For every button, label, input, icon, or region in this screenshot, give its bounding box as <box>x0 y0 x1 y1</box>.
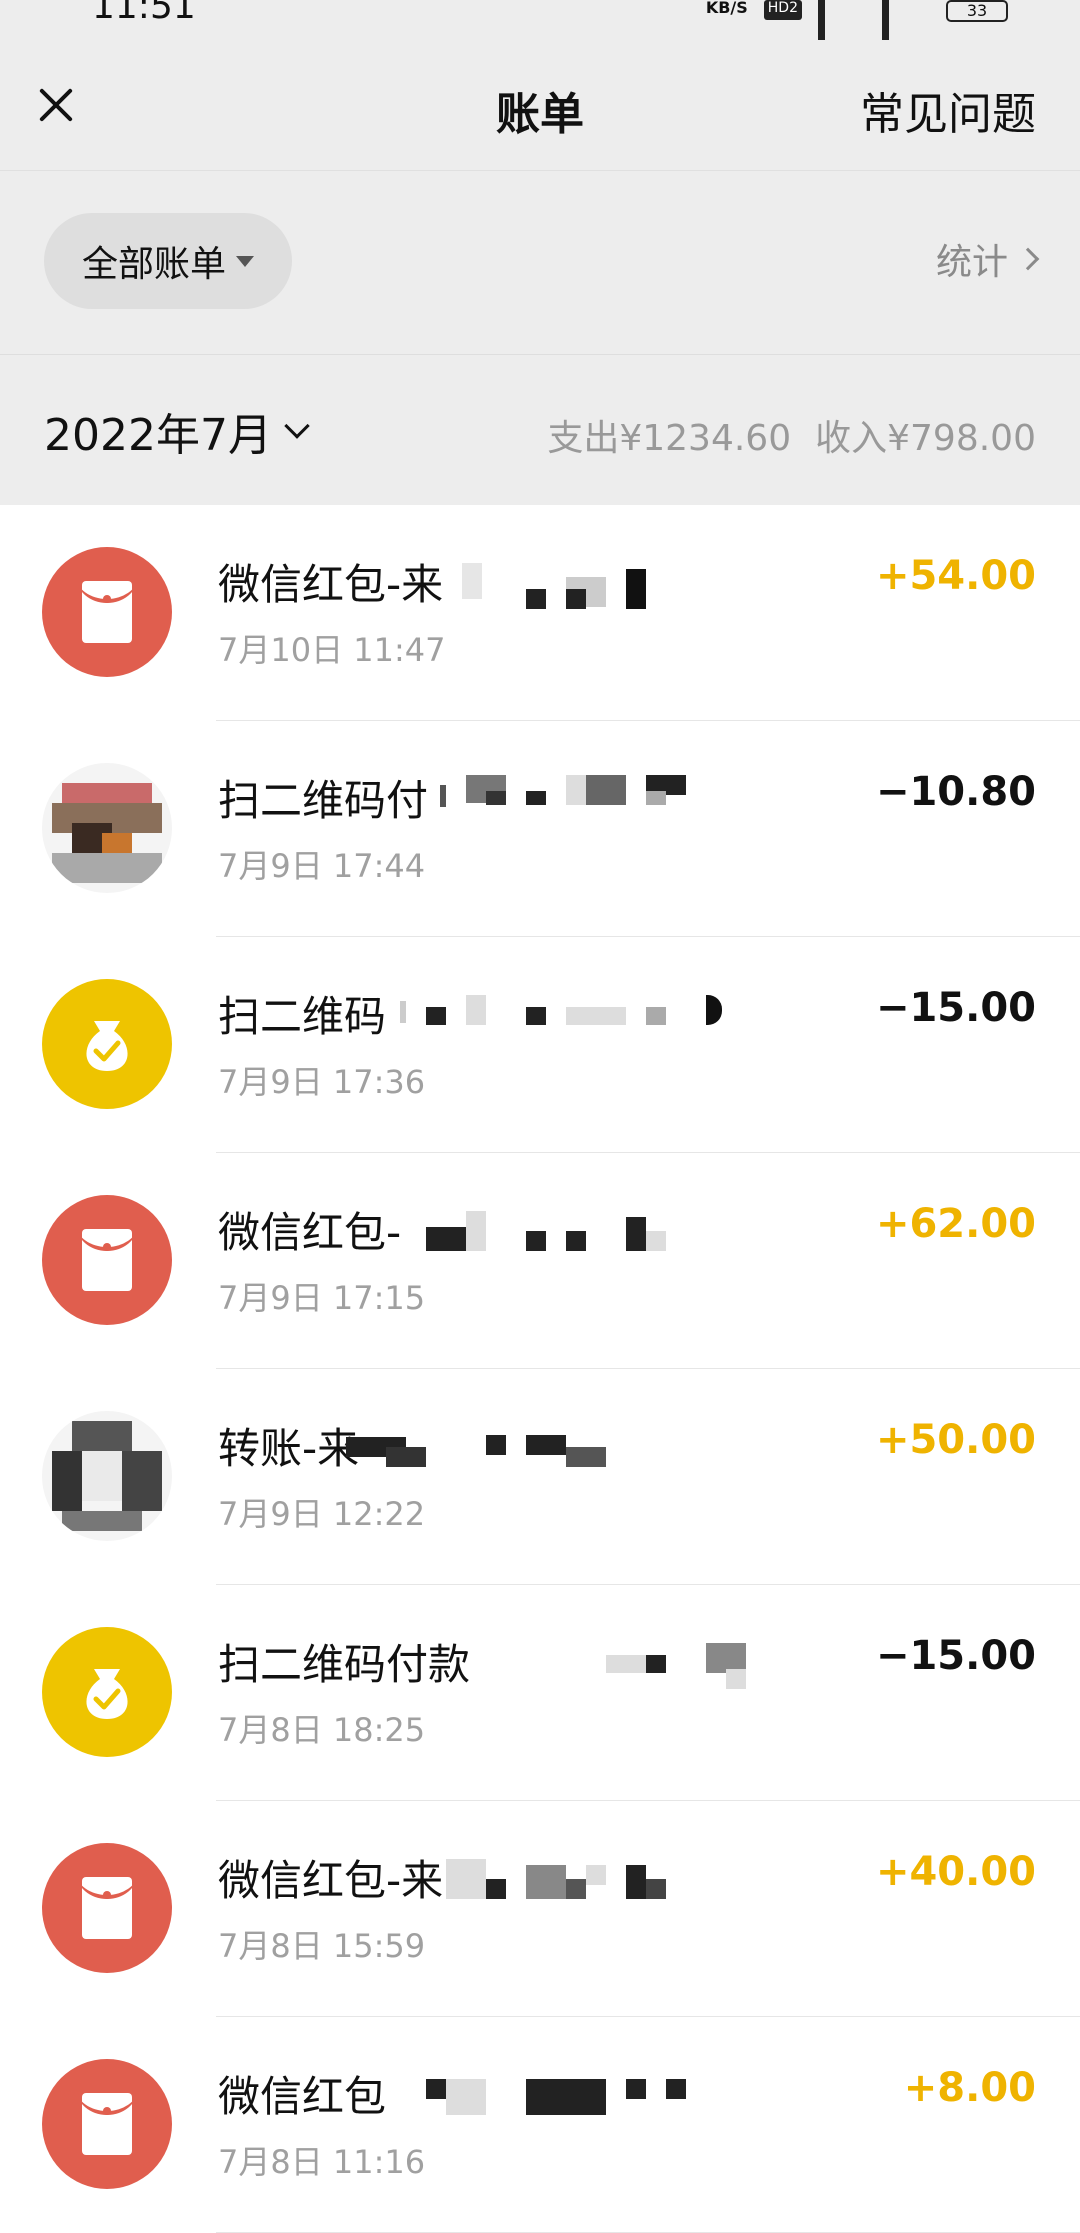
transaction-amount: −10.80 <box>875 769 1036 815</box>
transaction-date: 7月8日 18:25 <box>218 1711 426 1749</box>
status-icons: KB/S HD2 33 <box>705 0 1008 56</box>
transaction-title: 扫二维码付 <box>218 776 429 825</box>
merchant-avatar <box>42 763 172 893</box>
transaction-row[interactable]: 扫二维码 7月9日 17:36 −15.00 <box>0 937 1080 1153</box>
signal-icon <box>818 0 866 56</box>
transaction-list: 微信红包-来 7月10日 11:47 +54.00 扫二维码付 7月9日 17:… <box>0 505 1080 2233</box>
income-total: 收入¥798.00 <box>815 418 1036 459</box>
transaction-title: 微信红包-来 <box>218 560 444 609</box>
transaction-row[interactable]: 扫二维码付 7月9日 17:44 −10.80 <box>0 721 1080 937</box>
transaction-amount: +50.00 <box>875 1417 1036 1463</box>
transaction-title: 转账-来 <box>218 1424 360 1473</box>
red-envelope-icon <box>42 2059 172 2189</box>
month-bar: 2022年7月 支出¥1234.60 收入¥798.00 <box>0 355 1080 505</box>
transaction-title: 微信红包-来 <box>218 1856 444 1905</box>
transaction-date: 7月8日 11:16 <box>218 2143 426 2181</box>
transaction-row[interactable]: 微信红包-来 7月10日 11:47 +54.00 <box>0 505 1080 721</box>
transaction-date: 7月10日 11:47 <box>218 631 446 669</box>
faq-link[interactable]: 常见问题 <box>860 78 1036 142</box>
network-speed: KB/S <box>705 0 748 17</box>
red-envelope-icon <box>42 1195 172 1325</box>
expense-total: 支出¥1234.60 <box>547 418 792 459</box>
transaction-amount: +62.00 <box>875 1201 1036 1247</box>
month-selector[interactable]: 2022年7月 <box>44 399 310 463</box>
chevron-right-icon <box>1016 247 1040 271</box>
month-label: 2022年7月 <box>44 410 272 461</box>
transaction-row[interactable]: 微信红包-来 7月8日 15:59 +40.00 <box>0 1801 1080 2017</box>
month-summary: 支出¥1234.60 收入¥798.00 <box>547 409 1036 461</box>
transaction-date: 7月9日 17:36 <box>218 1063 426 1101</box>
red-envelope-icon <box>42 1843 172 1973</box>
transaction-amount: +8.00 <box>903 2065 1036 2111</box>
transaction-date: 7月9日 12:22 <box>218 1495 426 1533</box>
money-bag-graphic <box>86 1669 128 1719</box>
status-time: 11:51 <box>92 0 196 27</box>
caret-down-icon <box>236 255 254 267</box>
transaction-date: 7月8日 15:59 <box>218 1927 426 1965</box>
hd-voice-icon: HD2 <box>763 0 802 20</box>
chevron-down-icon <box>284 413 310 439</box>
stats-link[interactable]: 统计 <box>935 233 1040 285</box>
transaction-date: 7月9日 17:44 <box>218 847 426 885</box>
money-bag-icon <box>42 1627 172 1757</box>
transaction-title: 微信红包 <box>218 2072 387 2121</box>
transaction-title: 扫二维码 <box>218 992 387 1041</box>
transaction-amount: +40.00 <box>875 1849 1036 1895</box>
transaction-title: 扫二维码付款 <box>218 1640 471 1689</box>
contact-avatar <box>42 1411 172 1541</box>
status-bar: 11:51 KB/S HD2 33 <box>0 0 1080 56</box>
transaction-row[interactable]: 微信红包- 7月9日 17:15 +62.00 <box>0 1153 1080 1369</box>
red-envelope-icon <box>42 547 172 677</box>
money-bag-graphic <box>86 1021 128 1071</box>
stats-label: 统计 <box>935 242 1008 283</box>
transaction-row[interactable]: 微信红包 7月8日 11:16 +8.00 <box>0 2017 1080 2233</box>
transaction-row[interactable]: 扫二维码付款 7月8日 18:25 −15.00 <box>0 1585 1080 1801</box>
transaction-title: 微信红包- <box>218 1208 402 1257</box>
transaction-amount: −15.00 <box>875 985 1036 1031</box>
transaction-amount: +54.00 <box>875 553 1036 599</box>
transaction-date: 7月9日 17:15 <box>218 1279 426 1317</box>
nav-bar: 账单 常见问题 <box>0 40 1080 170</box>
signal-icon-2 <box>882 0 930 56</box>
transaction-amount: −15.00 <box>875 1633 1036 1679</box>
all-bills-dropdown[interactable]: 全部账单 <box>44 213 292 309</box>
battery-icon: 33 <box>946 0 1008 22</box>
all-bills-label: 全部账单 <box>81 244 226 285</box>
money-bag-icon <box>42 979 172 1109</box>
filter-bar: 全部账单 统计 <box>0 170 1080 355</box>
transaction-row[interactable]: 转账-来 7月9日 12:22 +50.00 <box>0 1369 1080 1585</box>
